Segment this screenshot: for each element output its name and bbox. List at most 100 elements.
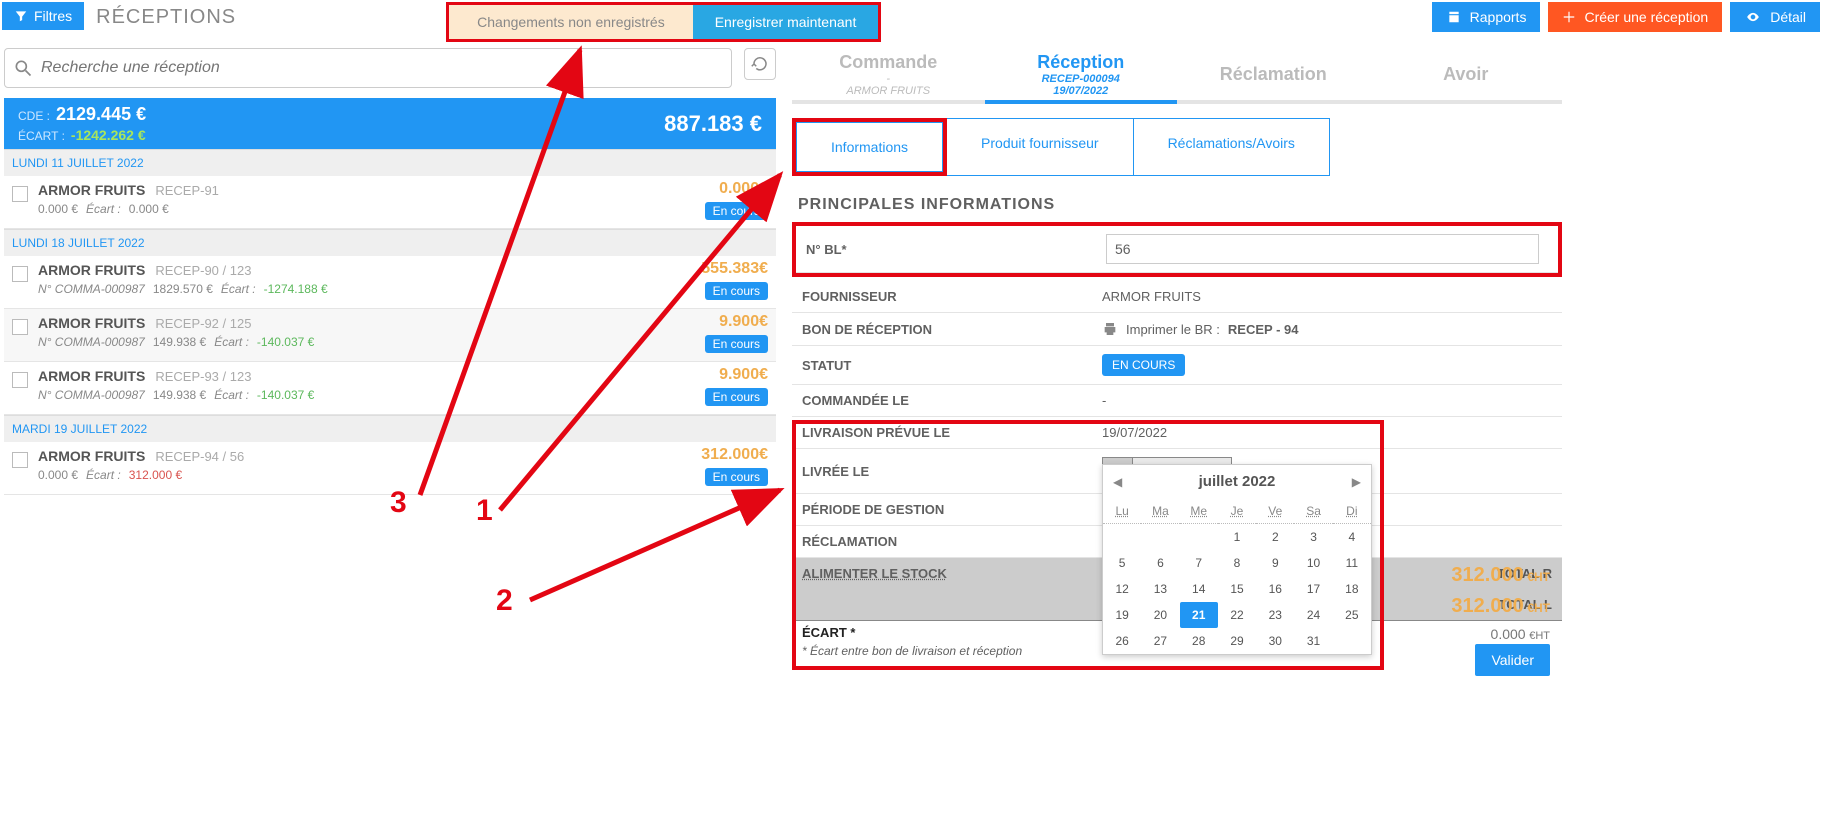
cal-title: juillet 2022 (1199, 473, 1276, 490)
reception-row[interactable]: ARMOR FRUITSRECEP-93 / 123N° COMMA-00098… (4, 362, 776, 415)
cal-day[interactable]: 19 (1103, 602, 1141, 628)
cal-day[interactable]: 10 (1294, 550, 1332, 576)
refresh-button[interactable] (744, 48, 776, 80)
day-header: MARDI 19 JUILLET 2022 (4, 415, 776, 442)
cal-day[interactable]: 4 (1333, 524, 1371, 550)
filter-icon (14, 9, 28, 23)
tab-commande[interactable]: Commande - ARMOR FRUITS (792, 48, 985, 100)
prevue-value: 19/07/2022 (1092, 417, 1562, 449)
row-cmd-amount: 149.938 € (153, 335, 206, 349)
cal-day[interactable]: 17 (1294, 576, 1332, 602)
save-now-button[interactable]: Enregistrer maintenant (693, 5, 879, 39)
ecart-value: -1242.262 € (71, 127, 146, 143)
row-ref: RECEP-90 / 123 (155, 263, 251, 278)
cal-dow: Sa (1294, 498, 1332, 524)
page-title: RÉCEPTIONS (96, 2, 236, 29)
reception-row[interactable]: ARMOR FRUITSRECEP-94 / 560.000 €Écart :3… (4, 442, 776, 495)
print-text: Imprimer le BR : (1126, 322, 1220, 337)
commandee-value: - (1092, 385, 1562, 417)
row-supplier: ARMOR FRUITS (38, 368, 145, 384)
cal-day[interactable]: 24 (1294, 602, 1332, 628)
cal-day[interactable]: 13 (1141, 576, 1179, 602)
reports-button[interactable]: Rapports (1432, 2, 1541, 32)
create-reception-label: Créer une réception (1584, 9, 1708, 25)
eye-icon (1744, 10, 1762, 24)
search-input[interactable] (33, 53, 723, 83)
cal-day[interactable]: 26 (1103, 628, 1141, 654)
row-ecart-label: Écart : (214, 388, 249, 402)
subtab-informations[interactable]: Informations (796, 122, 943, 172)
row-ref: RECEP-94 / 56 (155, 449, 244, 464)
tab-commande-sub2: ARMOR FRUITS (846, 85, 930, 97)
reception-row[interactable]: ARMOR FRUITSRECEP-910.000 €Écart :0.000 … (4, 176, 776, 229)
cal-day[interactable]: 2 (1256, 524, 1294, 550)
row-checkbox[interactable] (12, 186, 28, 202)
tab-reclamation[interactable]: Réclamation (1177, 48, 1370, 100)
cal-day[interactable]: 3 (1294, 524, 1332, 550)
row-checkbox[interactable] (12, 372, 28, 388)
row-checkbox[interactable] (12, 266, 28, 282)
subtab-produit[interactable]: Produit fournisseur (947, 118, 1134, 176)
livree-label: LIVRÉE LE (792, 449, 1092, 494)
cal-day[interactable]: 15 (1218, 576, 1256, 602)
cal-day[interactable]: 7 (1180, 550, 1218, 576)
row-ecart-value: 312.000 € (129, 468, 182, 482)
cal-day[interactable]: 22 (1218, 602, 1256, 628)
tab-commande-label: Commande (839, 52, 937, 73)
cal-day[interactable]: 9 (1256, 550, 1294, 576)
reception-row[interactable]: ARMOR FRUITSRECEP-92 / 125N° COMMA-00098… (4, 309, 776, 362)
filters-button[interactable]: Filtres (2, 2, 84, 30)
cal-next[interactable]: ▶ (1352, 475, 1361, 489)
cde-value: 2129.445 € (56, 104, 146, 125)
cal-day[interactable]: 29 (1218, 628, 1256, 654)
tab-avoir[interactable]: Avoir (1370, 48, 1563, 100)
subtab-reclam-avoir[interactable]: Réclamations/Avoirs (1134, 118, 1330, 176)
tab-reception[interactable]: Réception RECEP-000094 19/07/2022 (985, 48, 1178, 100)
section-title: PRINCIPALES INFORMATIONS (792, 188, 1562, 222)
row-cmd-amount: 1829.570 € (153, 282, 213, 296)
cal-day[interactable]: 30 (1256, 628, 1294, 654)
unsaved-bar: Changements non enregistrés Enregistrer … (446, 2, 881, 42)
validate-button[interactable]: Valider (1475, 644, 1550, 676)
cal-day[interactable]: 11 (1333, 550, 1371, 576)
cal-day[interactable]: 28 (1180, 628, 1218, 654)
reception-row[interactable]: ARMOR FRUITSRECEP-90 / 123N° COMMA-00098… (4, 256, 776, 309)
cal-day[interactable]: 31 (1294, 628, 1332, 654)
bl-input[interactable] (1106, 234, 1539, 264)
cal-day[interactable]: 8 (1218, 550, 1256, 576)
date-picker[interactable]: ◀ juillet 2022 ▶ LuMaMeJeVeSaDi123456789… (1102, 464, 1372, 655)
row-ecart-value: 0.000 € (129, 202, 169, 216)
row-checkbox[interactable] (12, 319, 28, 335)
day-header: LUNDI 11 JUILLET 2022 (4, 149, 776, 176)
cal-day[interactable]: 1 (1218, 524, 1256, 550)
cal-day[interactable]: 16 (1256, 576, 1294, 602)
tab-reception-sub2: 19/07/2022 (1053, 85, 1108, 97)
row-amount: 9.900€ (705, 366, 768, 384)
cal-empty (1180, 524, 1218, 550)
print-icon (1102, 321, 1118, 337)
cal-day[interactable]: 21 (1180, 602, 1218, 628)
row-checkbox[interactable] (12, 452, 28, 468)
detail-button[interactable]: Détail (1730, 2, 1820, 32)
ecart-label: ÉCART : (18, 129, 65, 143)
print-br-link[interactable]: Imprimer le BR : RECEP - 94 (1102, 321, 1552, 337)
cal-day[interactable]: 12 (1103, 576, 1141, 602)
cal-day[interactable]: 6 (1141, 550, 1179, 576)
cal-day[interactable]: 25 (1333, 602, 1371, 628)
summary-total: 887.183 € (664, 111, 762, 137)
cal-dow: Lu (1103, 498, 1141, 524)
cal-day[interactable]: 27 (1141, 628, 1179, 654)
total2-cur: €HT (1527, 601, 1550, 615)
cal-prev[interactable]: ◀ (1113, 475, 1122, 489)
filters-label: Filtres (34, 8, 72, 24)
cal-day[interactable]: 14 (1180, 576, 1218, 602)
tab-reception-label: Réception (1037, 52, 1124, 73)
br-label: BON DE RÉCEPTION (792, 313, 1092, 346)
row-cmd-amount: 149.938 € (153, 388, 206, 402)
cal-day[interactable]: 18 (1333, 576, 1371, 602)
cal-day[interactable]: 5 (1103, 550, 1141, 576)
cal-day[interactable]: 23 (1256, 602, 1294, 628)
create-reception-button[interactable]: Créer une réception (1548, 2, 1722, 32)
cal-dow: Ve (1256, 498, 1294, 524)
cal-day[interactable]: 20 (1141, 602, 1179, 628)
